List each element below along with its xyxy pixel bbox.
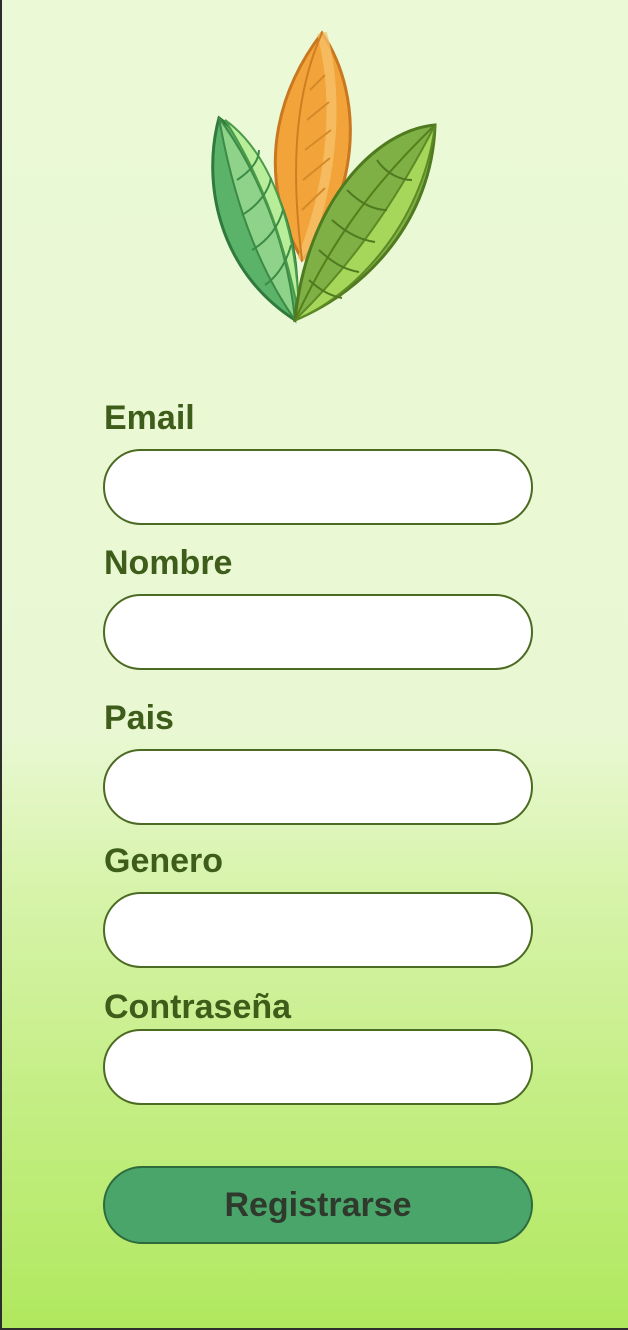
register-button[interactable]: Registrarse bbox=[103, 1166, 533, 1244]
password-field[interactable] bbox=[103, 1029, 533, 1105]
pais-label: Pais bbox=[104, 699, 174, 737]
leaves-logo-icon bbox=[211, 30, 437, 324]
password-label: Contraseña bbox=[104, 988, 292, 1026]
nombre-label: Nombre bbox=[104, 544, 233, 582]
register-screen: Email Nombre Pais Genero Contraseña Regi… bbox=[0, 0, 628, 1330]
pais-field[interactable] bbox=[103, 749, 533, 825]
genero-label: Genero bbox=[104, 842, 224, 880]
email-field[interactable] bbox=[103, 449, 533, 525]
email-label: Email bbox=[104, 399, 195, 437]
nombre-field[interactable] bbox=[103, 594, 533, 670]
genero-field[interactable] bbox=[103, 892, 533, 968]
